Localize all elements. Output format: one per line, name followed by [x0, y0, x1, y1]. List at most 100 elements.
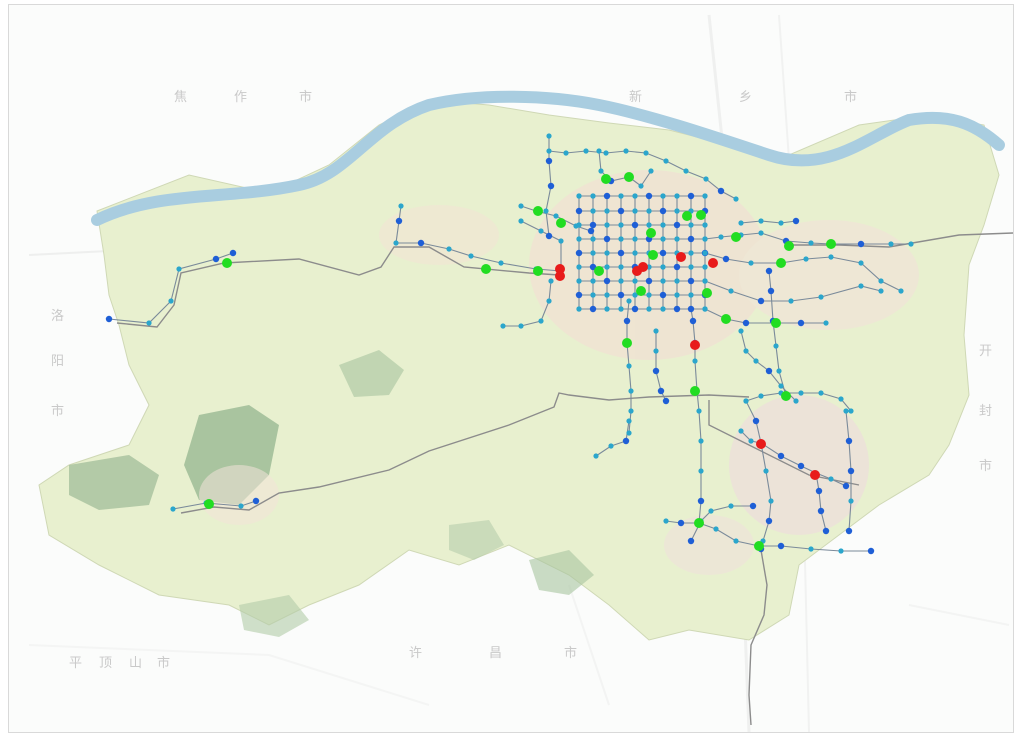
transfer-hub-green[interactable] [222, 258, 232, 268]
station-dot[interactable] [768, 498, 774, 504]
transfer-hub-red[interactable] [810, 470, 820, 480]
station-dot[interactable] [417, 239, 425, 247]
station-dot[interactable] [583, 148, 589, 154]
station-dot[interactable] [643, 150, 649, 156]
station-dot[interactable] [845, 527, 853, 535]
station-dot[interactable] [748, 438, 754, 444]
station-dot[interactable] [858, 283, 864, 289]
station-dot[interactable] [659, 249, 667, 257]
station-dot[interactable] [608, 443, 614, 449]
transfer-hub-green[interactable] [721, 314, 731, 324]
station-dot[interactable] [828, 476, 834, 482]
station-dot[interactable] [631, 305, 639, 313]
transfer-hub-green[interactable] [826, 239, 836, 249]
station-dot[interactable] [646, 292, 652, 298]
station-dot[interactable] [845, 437, 853, 445]
station-dot[interactable] [848, 498, 854, 504]
station-dot[interactable] [617, 207, 625, 215]
station-dot[interactable] [546, 148, 552, 154]
station-dot[interactable] [618, 306, 624, 312]
transfer-hub-green[interactable] [624, 172, 634, 182]
station-dot[interactable] [689, 317, 697, 325]
station-dot[interactable] [717, 187, 725, 195]
station-dot[interactable] [546, 133, 552, 139]
station-dot[interactable] [733, 538, 739, 544]
station-dot[interactable] [788, 298, 794, 304]
station-dot[interactable] [590, 250, 596, 256]
station-dot[interactable] [753, 358, 759, 364]
station-dot[interactable] [170, 506, 176, 512]
station-dot[interactable] [797, 462, 805, 470]
station-dot[interactable] [696, 408, 702, 414]
transfer-hub-green[interactable] [731, 232, 741, 242]
station-dot[interactable] [653, 348, 659, 354]
station-dot[interactable] [498, 260, 504, 266]
transfer-hub-green[interactable] [781, 391, 791, 401]
station-dot[interactable] [553, 213, 559, 219]
station-dot[interactable] [575, 291, 583, 299]
station-dot[interactable] [618, 193, 624, 199]
station-dot[interactable] [673, 263, 681, 271]
station-dot[interactable] [776, 368, 782, 374]
station-dot[interactable] [622, 437, 630, 445]
station-dot[interactable] [603, 235, 611, 243]
station-dot[interactable] [657, 387, 665, 395]
station-dot[interactable] [722, 255, 730, 263]
station-dot[interactable] [838, 548, 844, 554]
station-dot[interactable] [702, 193, 708, 199]
station-dot[interactable] [563, 150, 569, 156]
station-dot[interactable] [758, 218, 764, 224]
station-dot[interactable] [168, 298, 174, 304]
station-dot[interactable] [702, 278, 708, 284]
station-dot[interactable] [617, 249, 625, 257]
station-dot[interactable] [146, 320, 152, 326]
transfer-hub-red[interactable] [708, 258, 718, 268]
station-dot[interactable] [638, 183, 644, 189]
station-dot[interactable] [660, 193, 666, 199]
station-dot[interactable] [632, 236, 638, 242]
station-dot[interactable] [603, 150, 609, 156]
station-dot[interactable] [765, 267, 773, 275]
station-dot[interactable] [660, 264, 666, 270]
station-dot[interactable] [765, 517, 773, 525]
station-dot[interactable] [743, 348, 749, 354]
station-dot[interactable] [558, 238, 564, 244]
station-dot[interactable] [632, 208, 638, 214]
station-dot[interactable] [604, 306, 610, 312]
station-dot[interactable] [683, 168, 689, 174]
station-dot[interactable] [674, 208, 680, 214]
transfer-hub-green[interactable] [776, 258, 786, 268]
station-dot[interactable] [677, 519, 685, 527]
station-dot[interactable] [576, 264, 582, 270]
station-dot[interactable] [618, 222, 624, 228]
station-dot[interactable] [623, 317, 631, 325]
station-dot[interactable] [702, 222, 708, 228]
station-dot[interactable] [777, 542, 785, 550]
station-dot[interactable] [847, 467, 855, 475]
station-dot[interactable] [632, 278, 638, 284]
station-dot[interactable] [603, 192, 611, 200]
station-dot[interactable] [659, 207, 667, 215]
station-dot[interactable] [702, 250, 708, 256]
transfer-hub-green[interactable] [784, 241, 794, 251]
station-dot[interactable] [687, 235, 695, 243]
transfer-hub-green[interactable] [622, 338, 632, 348]
station-dot[interactable] [673, 305, 681, 313]
station-dot[interactable] [626, 418, 632, 424]
station-dot[interactable] [590, 193, 596, 199]
station-dot[interactable] [857, 240, 865, 248]
station-dot[interactable] [628, 408, 634, 414]
station-dot[interactable] [590, 208, 596, 214]
station-dot[interactable] [543, 208, 549, 214]
station-dot[interactable] [446, 246, 452, 252]
station-dot[interactable] [604, 264, 610, 270]
station-dot[interactable] [749, 502, 757, 510]
transfer-hub-green[interactable] [754, 541, 764, 551]
transfer-hub-green[interactable] [696, 210, 706, 220]
station-dot[interactable] [828, 254, 834, 260]
station-dot[interactable] [598, 168, 604, 174]
station-dot[interactable] [697, 497, 705, 505]
station-dot[interactable] [867, 547, 875, 555]
station-dot[interactable] [674, 193, 680, 199]
station-dot[interactable] [767, 287, 775, 295]
